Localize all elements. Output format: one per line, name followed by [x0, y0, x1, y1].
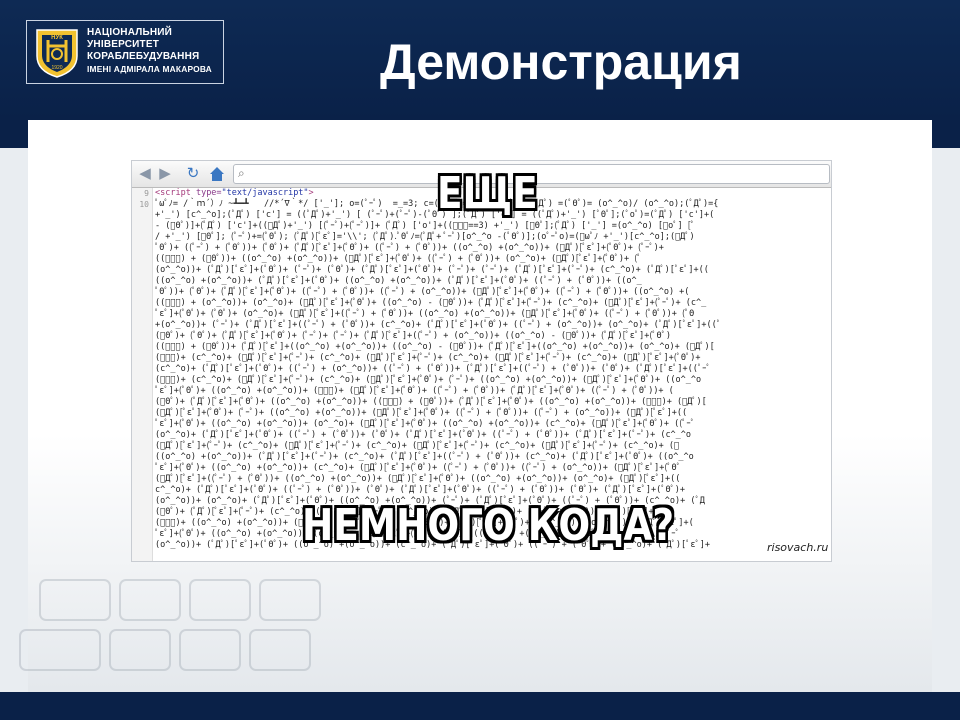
- meme-top-caption: ЕЩЕ: [437, 168, 538, 219]
- code-line: c^_^o)+ (ﾟДﾟ)[ﾟεﾟ]+(ﾟΘﾟ)+ ((ﾟｰﾟ) + (ﾟΘﾟ)…: [155, 485, 686, 495]
- code-line: (o^_^o))+ (ﾟДﾟ)[ﾟεﾟ]+(ﾟΘﾟ)+ (ﾟｰﾟ)+ (ﾟΘﾟ)…: [155, 265, 709, 275]
- code-line: +(o^_^o))+ (ﾟｰﾟ)+ (ﾟДﾟ)[ﾟεﾟ]+((ﾟｰﾟ) + (ﾟ…: [155, 320, 721, 330]
- code-line: ﾟεﾟ]+(ﾟΘﾟ)+ (ﾟΘﾟ)+ (o^_^o)+ (ﾟДﾟ)[ﾟεﾟ]+(…: [155, 309, 695, 319]
- code-line: / +'_') [ﾟΘﾟ]; (ﾟｰﾟ)+=(ﾟΘﾟ); (ﾟДﾟ)[ﾟεﾟ]=…: [155, 232, 695, 242]
- code-line: ﾟεﾟ]+(ﾟΘﾟ)+ ((o^_^o) +(o^_^o))+ (c^_^o)+…: [155, 463, 681, 473]
- meme-image: ◀ ▶ ↻ ⌕ 9 10 <script type="text/javascri…: [131, 160, 832, 562]
- university-emblem-icon: НУК 1920: [36, 29, 78, 78]
- search-icon: ⌕: [238, 166, 245, 180]
- university-logo: НУК 1920 НАЦІОНАЛЬНИЙ УНІВЕРСИТЕТ КОРАБЛ…: [26, 20, 224, 84]
- slide-header: НУК 1920 НАЦІОНАЛЬНИЙ УНІВЕРСИТЕТ КОРАБЛ…: [0, 0, 960, 120]
- code-line: (ﾟΘﾟ)+ (ﾟДﾟ)[ﾟεﾟ]+(ﾟΘﾟ)+ ((o^_^o) +(o^_^…: [155, 397, 707, 407]
- reload-icon: ↻: [186, 165, 200, 182]
- logo-text: НАЦІОНАЛЬНИЙ УНІВЕРСИТЕТ КОРАБЛЕБУДУВАНН…: [87, 27, 212, 75]
- meme-bottom-caption: НЕМНОГО КОДА?: [302, 500, 675, 551]
- frame-corner-left: [0, 120, 28, 148]
- code-line: (ﾟДﾟ)[ﾟεﾟ]+((ﾟｰﾟ) + (ﾟΘﾟ))+ ((o^_^o) +(o…: [155, 474, 681, 484]
- code-line: ﾟεﾟ]+(ﾟΘﾟ)+ ((o^_^o) +(o^_^o))+ (o^_^o)+…: [155, 419, 695, 429]
- code-line: (ﾟｰﾟ)+ (c^_^o)+ (ﾟДﾟ)[ﾟεﾟ]+(ﾟｰﾟ)+ (c^_^o…: [155, 353, 701, 363]
- script-tag-open: <script: [155, 188, 196, 198]
- script-attr-value: "text/javascript": [221, 188, 309, 198]
- code-line: - (ﾟΘﾟ)]+(ﾟДﾟ) ['c']+((ﾟДﾟ)+'_') [(ﾟｰﾟ)+…: [155, 221, 695, 231]
- line-number: 10: [139, 200, 149, 209]
- code-line: ﾟΘﾟ))+ (ﾟΘﾟ)+ (ﾟДﾟ)[ﾟεﾟ]+(ﾟΘﾟ)+ ((ﾟｰﾟ) +…: [155, 287, 690, 297]
- watermark: risovach.ru: [764, 541, 831, 554]
- code-line: ﾟεﾟ]+(ﾟΘﾟ)+ ((o^_^o) +(o^_^o))+ (ﾟｰﾟ)+ (…: [155, 386, 674, 396]
- script-attr: type=: [195, 188, 222, 198]
- code-line: ((ﾟｰﾟ) + (ﾟΘﾟ))+ (ﾟДﾟ)[ﾟεﾟ]+((o^_^o) +(o…: [155, 342, 715, 352]
- line-number: 9: [144, 189, 149, 198]
- code-line: ((o^_^o) +(o^_^o))+ (ﾟДﾟ)[ﾟεﾟ]+(ﾟΘﾟ)+ ((…: [155, 276, 642, 286]
- logo-line: НАЦІОНАЛЬНИЙ: [87, 27, 173, 38]
- home-icon: [210, 167, 224, 181]
- code-line: ((ﾟｰﾟ) + (o^_^o))+ (o^_^o)+ (ﾟДﾟ)[ﾟεﾟ]+(…: [155, 298, 707, 308]
- slide-footer: [0, 692, 960, 720]
- code-line: (o^_^o)+ (ﾟДﾟ)[ﾟεﾟ]+(ﾟΘﾟ)+ ((ﾟｰﾟ) + (ﾟΘﾟ…: [155, 430, 692, 440]
- slide-title: Демонстрация: [380, 34, 742, 90]
- forward-arrow-icon: ▶: [159, 165, 171, 182]
- back-arrow-icon: ◀: [139, 165, 151, 182]
- line-number-gutter: 9 10: [132, 188, 153, 561]
- emblem-text: НУК: [51, 35, 63, 41]
- code-line: (ﾟДﾟ)[ﾟεﾟ]+(ﾟΘﾟ)+ (ﾟｰﾟ)+ ((o^_^o) +(o^_^…: [155, 408, 688, 418]
- logo-line: ІМЕНІ АДМІРАЛА МАКАРОВА: [87, 64, 212, 74]
- keyboard-background-icon: [19, 579, 321, 671]
- code-line: ﾟΘﾟ)+ ((ﾟｰﾟ) + (ﾟΘﾟ))+ (ﾟΘﾟ)+ (ﾟДﾟ)[ﾟεﾟ]…: [155, 243, 664, 253]
- code-line: ((ﾟｰﾟ) + (ﾟΘﾟ))+ ((o^_^o) +(o^_^o))+ (ﾟД…: [155, 254, 642, 264]
- emblem-year: 1920: [51, 65, 62, 71]
- frame-corner-right: [932, 120, 960, 148]
- code-line: (c^_^o)+ (ﾟДﾟ)[ﾟεﾟ]+(ﾟΘﾟ)+ ((ﾟｰﾟ) + (o^_…: [155, 364, 711, 374]
- script-tag-close: >: [308, 188, 314, 198]
- code-line: ((o^_^o) +(o^_^o))+ (ﾟДﾟ)[ﾟεﾟ]+(ﾟｰﾟ)+ (c…: [155, 452, 694, 462]
- code-line: (ﾟｰﾟ)+ (c^_^o)+ (ﾟДﾟ)[ﾟεﾟ]+(ﾟｰﾟ)+ (c^_^o…: [155, 375, 702, 385]
- logo-line: КОРАБЛЕБУДУВАННЯ: [87, 51, 200, 62]
- code-line: (ﾟДﾟ)[ﾟεﾟ]+(ﾟｰﾟ)+ (c^_^o)+ (ﾟДﾟ)[ﾟεﾟ]+(ﾟ…: [155, 441, 680, 451]
- logo-line: УНІВЕРСИТЕТ: [87, 39, 160, 50]
- code-line: (ﾟΘﾟ)+ (ﾟΘﾟ)+ (ﾟДﾟ)[ﾟεﾟ]+(ﾟΘﾟ)+ (ﾟｰﾟ)+ (…: [155, 331, 671, 341]
